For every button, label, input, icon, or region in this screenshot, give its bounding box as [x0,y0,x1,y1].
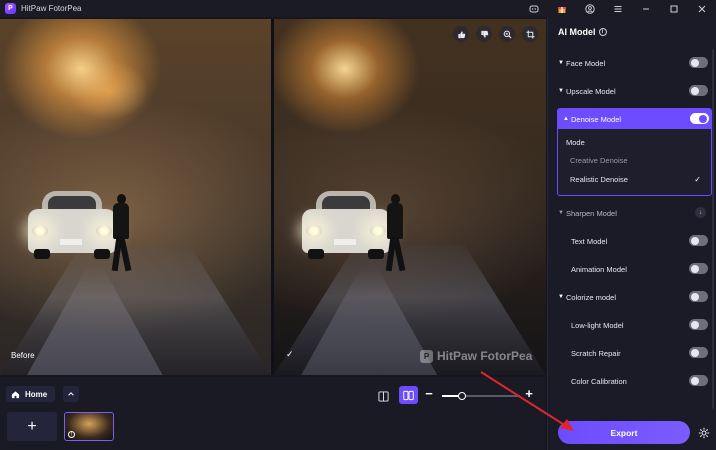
caret-down-icon: ▼ [558,294,564,300]
model-animation[interactable]: Animation Model [558,259,708,279]
text-model-toggle[interactable] [689,235,708,246]
scratch-repair-toggle[interactable] [689,347,708,358]
menu-icon[interactable] [604,0,632,17]
panel-scrollbar[interactable] [712,49,714,409]
chevron-up-icon [68,392,74,396]
app-logo-icon: P [5,3,16,14]
panel-title-text: AI Model [558,27,596,37]
single-view-button[interactable] [376,389,391,404]
thumbs-down-icon[interactable] [476,26,492,42]
user-icon[interactable] [576,0,604,17]
colorize-model-toggle[interactable] [689,291,708,302]
check-icon: ✓ [694,174,701,184]
gift-icon[interactable] [548,0,576,17]
minimize-icon[interactable] [632,0,660,17]
export-button[interactable]: Export [558,421,690,444]
panel-title: AI Model i [558,27,607,37]
model-list: ▼ Face Model ▼ Upscale Model ▲ Denoise M… [548,45,716,423]
bottom-toolbar: Home + ! − + [0,377,546,450]
zoom-out-button[interactable]: − [423,387,435,400]
ai-model-panel: AI Model i ▼ Face Model ▼ Upscale Model … [547,17,716,450]
single-view-icon [378,391,389,402]
model-name: Animation Model [571,264,627,274]
mode-option-label: Creative Denoise [570,155,628,165]
model-name: Text Model [571,236,608,246]
model-name: Scratch Repair [571,348,621,358]
model-low-light[interactable]: Low-light Model [558,315,708,335]
model-denoise[interactable]: ▲ Denoise Model [558,109,711,129]
chevron-down-icon[interactable]: ↓ [695,207,706,218]
watermark-text: HitPaw FotorPea [437,349,533,363]
zoom-slider-handle[interactable] [458,392,466,400]
mode-label: Mode [566,138,585,147]
person-figure [384,194,406,272]
face-model-toggle[interactable] [689,57,708,68]
caret-down-icon: ▼ [558,210,564,216]
model-colorize[interactable]: ▼ Colorize model [558,287,708,307]
close-icon[interactable] [688,0,716,17]
model-name: Colorize model [566,292,617,302]
model-name: Low-light Model [571,320,624,330]
maximize-icon[interactable] [660,0,688,17]
upscale-model-toggle[interactable] [689,85,708,96]
thumbs-up-icon[interactable] [453,26,469,42]
model-face[interactable]: ▼ Face Model [558,53,708,73]
model-color-calibration[interactable]: Color Calibration [558,371,708,391]
model-name: Sharpen Model [566,208,617,218]
split-view-icon [403,390,414,400]
image-tools [453,26,538,42]
split-view-button[interactable] [399,386,418,404]
model-name: Color Calibration [571,376,627,386]
model-name: Upscale Model [566,86,616,96]
info-icon: ! [68,431,75,438]
watermark: P HitPaw FotorPea [420,349,532,363]
model-sharpen[interactable]: ▼ Sharpen Model ↓ [558,203,708,223]
after-check-icon: ✓ [286,349,294,359]
home-button[interactable]: Home [6,386,55,402]
home-icon [11,390,20,398]
mode-option-realistic[interactable]: Realistic Denoise ✓ [558,170,711,188]
animation-model-toggle[interactable] [689,263,708,274]
model-upscale[interactable]: ▼ Upscale Model [558,81,708,101]
image-thumbnail[interactable]: ! [64,412,114,441]
person-figure [110,194,132,272]
model-scratch-repair[interactable]: Scratch Repair [558,343,708,363]
home-label: Home [25,389,48,399]
model-text[interactable]: Text Model [558,231,708,251]
discord-icon[interactable] [520,0,548,17]
model-name: Denoise Model [571,114,622,124]
before-label: Before [11,351,35,360]
caret-down-icon: ▼ [558,60,564,66]
collapse-button[interactable] [63,386,79,402]
title-bar: P HitPaw FotorPea [0,0,716,17]
mode-option-creative[interactable]: Creative Denoise [558,151,711,169]
zoom-in-button[interactable]: + [523,387,535,400]
app-title: HitPaw FotorPea [21,4,82,13]
info-icon[interactable]: i [598,28,607,36]
denoise-model-toggle[interactable] [690,113,709,124]
caret-up-icon: ▲ [563,116,569,122]
watermark-logo-icon: P [420,349,433,363]
add-image-button[interactable]: + [7,412,57,441]
zoom-slider[interactable] [442,392,520,400]
color-calibration-toggle[interactable] [689,375,708,386]
caret-down-icon: ▼ [558,88,564,94]
denoise-model-card: ▲ Denoise Model Mode Creative Denoise Re… [557,108,712,196]
after-image: ✓ P HitPaw FotorPea [274,19,546,375]
before-image: Before [0,19,271,375]
mode-option-label: Realistic Denoise [570,174,628,184]
car-figure [302,191,390,259]
model-name: Face Model [566,58,606,68]
compare-view: Before ✓ P HitPaw FotorPea [0,19,546,375]
low-light-model-toggle[interactable] [689,319,708,330]
crop-icon[interactable] [522,26,538,42]
car-figure [28,191,116,259]
zoom-in-icon[interactable] [499,26,515,42]
gear-icon[interactable] [698,427,710,439]
